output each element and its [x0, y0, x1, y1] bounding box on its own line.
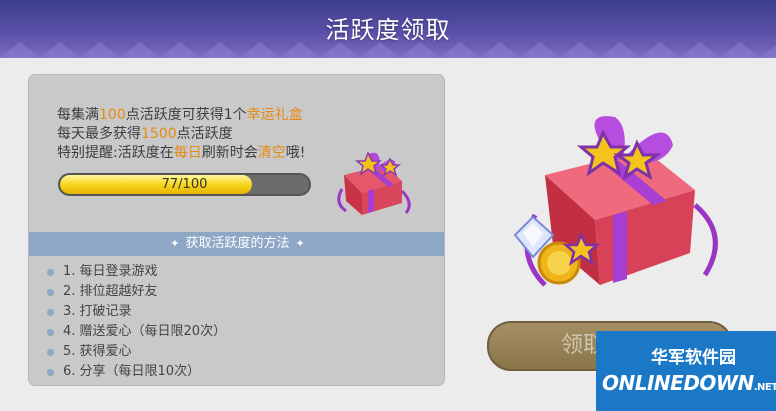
method-item: 1. 每日登录游戏: [47, 262, 226, 282]
method-item: 2. 排位超越好友: [47, 282, 226, 302]
info-text: 点活跃度可获得1个: [125, 107, 247, 123]
method-item: 3. 打破记录: [47, 302, 226, 322]
method-label: 6. 分享（每日限10次）: [63, 364, 201, 379]
methods-title: 获取活跃度的方法: [185, 236, 290, 251]
bullet-icon: [47, 328, 54, 336]
method-label: 4. 赠送爱心（每日限20次）: [63, 324, 227, 339]
info-line-2: 每天最多获得1500点活跃度: [57, 125, 305, 144]
progress-label: 77/100: [161, 177, 208, 192]
watermark-en-text: ONLINEDOWN.NET: [602, 371, 776, 395]
sparkle-icon: ✦: [170, 237, 180, 250]
methods-header: ✦ 获取活跃度的方法 ✦: [29, 232, 444, 256]
reward-name: 幸运礼盒: [246, 107, 303, 123]
method-label: 5. 获得爱心: [63, 344, 132, 359]
info-text: 每集满: [57, 107, 99, 123]
method-item: 6. 分享（每日限10次）: [47, 362, 226, 382]
bullet-icon: [47, 288, 54, 296]
watermark-cn-text: 华军软件园: [651, 348, 736, 368]
sparkle-icon: ✦: [295, 237, 305, 250]
method-item: 4. 赠送爱心（每日限20次）: [47, 322, 226, 342]
info-highlight: 每日: [173, 145, 202, 161]
activity-panel: 每集满100点活跃度可获得1个幸运礼盒 每天最多获得1500点活跃度 特别提醒:…: [28, 74, 445, 386]
info-line-3: 特别提醒:活跃度在每日刷新时会清空哦!: [57, 144, 305, 163]
method-label: 1. 每日登录游戏: [63, 264, 158, 279]
info-text: 每天最多获得: [57, 126, 141, 142]
bullet-icon: [47, 268, 54, 276]
watermark-domain: .NET: [753, 382, 776, 393]
info-text: 特别提醒:活跃度在: [57, 145, 174, 161]
info-number: 1500: [141, 126, 177, 142]
lucky-gift-box-icon: [513, 116, 718, 287]
watermark-logo: 华军软件园 ONLINEDOWN.NET: [596, 331, 776, 411]
info-number: 100: [99, 107, 126, 123]
page-title: 活跃度领取: [325, 16, 451, 44]
info-text: 哦!: [285, 145, 306, 161]
info-line-1: 每集满100点活跃度可获得1个幸运礼盒: [57, 106, 305, 125]
method-label: 2. 排位超越好友: [63, 284, 158, 299]
bullet-icon: [47, 348, 54, 356]
gift-box-icon: [337, 151, 411, 215]
activity-progress-bar: 77/100: [58, 173, 311, 196]
methods-list: 1. 每日登录游戏 2. 排位超越好友 3. 打破记录 4. 赠送爱心（每日限2…: [47, 262, 226, 382]
method-label: 3. 打破记录: [63, 304, 132, 319]
info-highlight: 清空: [257, 145, 286, 161]
method-item: 5. 获得爱心: [47, 342, 226, 362]
header-bar: 活跃度领取: [0, 0, 776, 58]
info-text: 点活跃度: [176, 126, 233, 142]
watermark-brand: ONLINEDOWN: [602, 371, 754, 395]
activity-info: 每集满100点活跃度可获得1个幸运礼盒 每天最多获得1500点活跃度 特别提醒:…: [57, 106, 305, 163]
bullet-icon: [47, 368, 54, 376]
bullet-icon: [47, 308, 54, 316]
info-text: 刷新时会: [201, 145, 258, 161]
